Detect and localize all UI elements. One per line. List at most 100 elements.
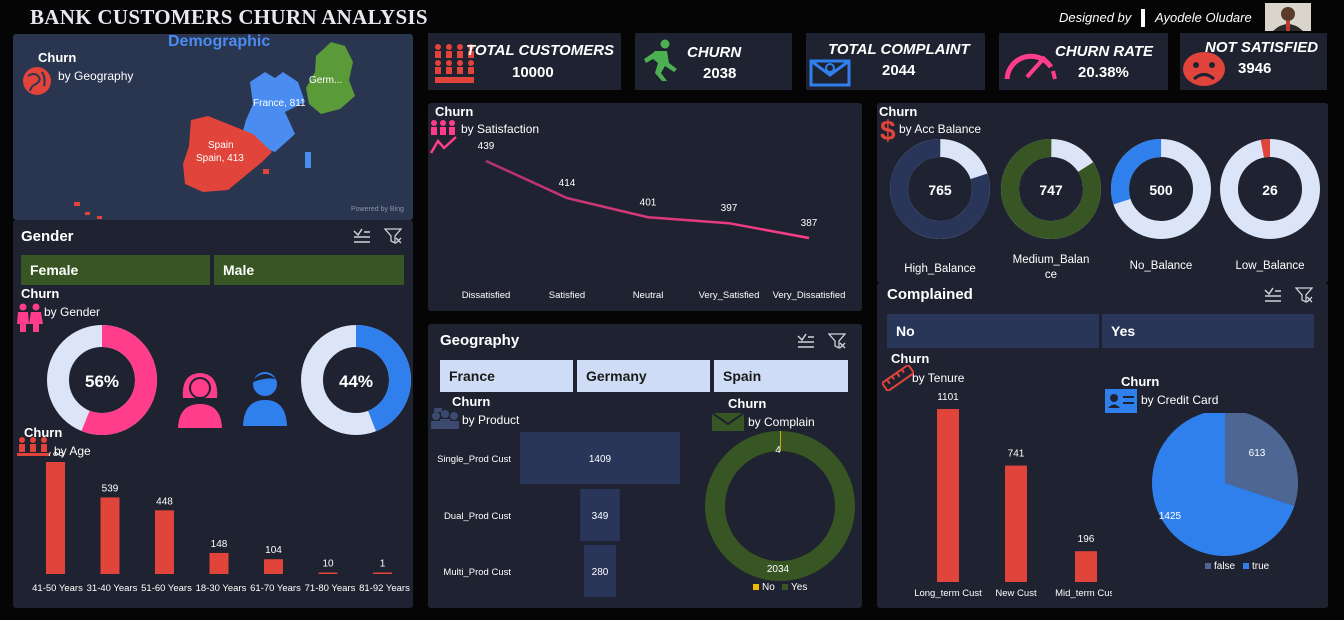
tenure-bar[interactable]	[1075, 551, 1097, 582]
filter-clear-icon[interactable]	[384, 228, 402, 244]
male-donut[interactable]: 44%	[300, 324, 412, 436]
age-bar[interactable]	[264, 559, 283, 574]
slicer-spain[interactable]: Spain	[714, 360, 848, 392]
slicer-france[interactable]: France	[440, 360, 573, 392]
balance-value: 747	[1039, 182, 1063, 198]
geography-map[interactable]: Churn by Geography Demographic France, 8…	[13, 33, 413, 220]
geography-header: Geography	[440, 332, 520, 349]
map-subtitle: by Geography	[58, 69, 134, 83]
age-category-label: 81-92 Years	[359, 583, 410, 594]
legend-false-label: false	[1214, 561, 1236, 572]
age-category-label: 51-60 Years	[141, 583, 192, 594]
complain-subtitle: by Complain	[748, 415, 815, 429]
balance-label-wrap: ce	[1045, 269, 1057, 281]
satisfaction-value-label: 401	[640, 197, 657, 208]
kpi-value: 2044	[882, 62, 916, 79]
balance-label: No_Balance	[1130, 260, 1193, 272]
clear-selections-icon[interactable]	[1264, 287, 1282, 303]
filter-clear-icon[interactable]	[1295, 287, 1313, 303]
legend-false-swatch	[1205, 563, 1211, 569]
male-icon	[243, 372, 287, 426]
satisfaction-category-label: Very_Satisfied	[699, 290, 760, 301]
satisfaction-value-label: 387	[801, 218, 818, 229]
complained-panel: Complained No Yes Churn by Tenure 1101 Lo…	[877, 283, 1328, 608]
age-category-label: 71-80 Years	[305, 583, 356, 594]
age-bar[interactable]	[100, 497, 120, 574]
gender-chart-title: Churn	[21, 286, 60, 301]
designer-divider	[1141, 9, 1145, 27]
slicer-complained-yes[interactable]: Yes	[1102, 314, 1314, 348]
running-person-icon	[644, 39, 677, 81]
kpi-value: 2038	[703, 65, 737, 82]
gender-header: Gender	[21, 228, 74, 245]
product-category-label: Dual_Prod Cust	[444, 511, 511, 522]
satisfaction-value-label: 414	[559, 178, 576, 189]
age-bar[interactable]	[373, 572, 392, 575]
satisfaction-category-label: Dissatisfied	[462, 290, 511, 301]
product-value-label: 1409	[589, 454, 612, 465]
balance-panel: Churn by Acc Balance $ 765 High_Balance 74…	[877, 103, 1328, 283]
satisfaction-title: Churn	[435, 104, 474, 119]
kpi-churn: CHURN 2038	[635, 33, 792, 90]
age-bar[interactable]	[318, 572, 338, 575]
slicer-female[interactable]: Female	[21, 255, 210, 285]
satisfaction-value-label: 397	[721, 203, 738, 214]
credit-pie-chart[interactable]: 613 1425 false true	[1142, 413, 1328, 606]
satisfaction-line-chart[interactable]: 439 Dissatisfied 414 Satisfied 401 Neutral 397…	[428, 128, 862, 308]
age-bar-chart[interactable]: 788 41-50 Years 539 31-40 Years 448 51-60 Yea…	[13, 452, 413, 608]
couple-icon	[17, 303, 43, 332]
tenure-subtitle: by Tenure	[912, 371, 965, 385]
tenure-bar[interactable]	[1005, 465, 1027, 582]
slicer-complained-no[interactable]: No	[887, 314, 1099, 348]
globe-icon	[23, 67, 51, 95]
balance-label: Medium_Balan	[1013, 254, 1090, 266]
kpi-label: TOTAL CUSTOMERS	[466, 42, 615, 59]
balance-donuts[interactable]: 765 High_Balance 747 Medium_Balance 500 No_Ba…	[877, 133, 1328, 283]
complain-no-value: 4	[775, 445, 781, 456]
satisfaction-panel: Churn by Satisfaction 439 Dissatisfied 414…	[428, 103, 862, 311]
clear-selections-icon[interactable]	[353, 228, 371, 244]
age-value-label: 448	[156, 496, 173, 507]
geography-panel: Geography France Germany Spain Churn by …	[428, 324, 862, 608]
age-value-label: 148	[211, 539, 228, 550]
designer-name: Ayodele Oludare	[1155, 10, 1252, 25]
legend-true-label: true	[1252, 561, 1270, 572]
slicer-germany[interactable]: Germany	[577, 360, 710, 392]
female-pct: 56%	[85, 372, 119, 391]
product-title: Churn	[452, 394, 491, 409]
product-category-label: Multi_Prod Cust	[443, 567, 511, 578]
satisfaction-value-label: 439	[478, 141, 495, 152]
age-category-label: 18-30 Years	[196, 583, 247, 594]
kpi-label: TOTAL COMPLAINT	[828, 41, 970, 58]
age-value-label: 788	[47, 452, 64, 459]
clear-selections-icon[interactable]	[797, 333, 815, 349]
slicer-male[interactable]: Male	[214, 255, 404, 285]
gender-age-panel: Gender Female Male Churn by Gender 56% 4…	[13, 220, 413, 608]
age-bar[interactable]	[46, 462, 65, 574]
kpi-label: CHURN RATE	[1055, 43, 1154, 60]
product-bar-chart[interactable]: 1409 Single_Prod Cust 349 Dual_Prod Cust 280…	[428, 428, 698, 604]
balance-value: 500	[1149, 182, 1173, 198]
age-category-label: 41-50 Years	[32, 583, 83, 594]
age-bar[interactable]	[155, 510, 174, 574]
credit-true-value: 1425	[1159, 511, 1182, 522]
credit-title: Churn	[1121, 374, 1160, 389]
complain-donut[interactable]: 4 2034 No Yes	[698, 429, 862, 605]
tenure-bar[interactable]	[937, 409, 959, 582]
kpi-label: NOT SATISFIED	[1205, 39, 1319, 56]
product-value-label: 280	[592, 567, 609, 578]
product-category-label: Single_Prod Cust	[437, 454, 511, 465]
complain-title: Churn	[728, 396, 767, 411]
gauge-icon	[1004, 53, 1057, 80]
kpi-total-complaint: TOTAL COMPLAINT 2044	[806, 33, 985, 90]
female-donut[interactable]: 56%	[46, 324, 158, 436]
age-bar[interactable]	[209, 552, 229, 574]
tenure-bar-chart[interactable]: 1101 Long_term Cust 741 New Cust 196 Mid_term…	[877, 388, 1112, 606]
satisfaction-category-label: Satisfied	[549, 290, 585, 301]
male-pct: 44%	[339, 372, 373, 391]
designer-avatar	[1265, 3, 1311, 31]
filter-clear-icon[interactable]	[828, 333, 846, 349]
tenure-value-label: 1101	[937, 392, 959, 403]
product-value-label: 349	[592, 511, 609, 522]
legend-no-label: No	[762, 582, 775, 593]
